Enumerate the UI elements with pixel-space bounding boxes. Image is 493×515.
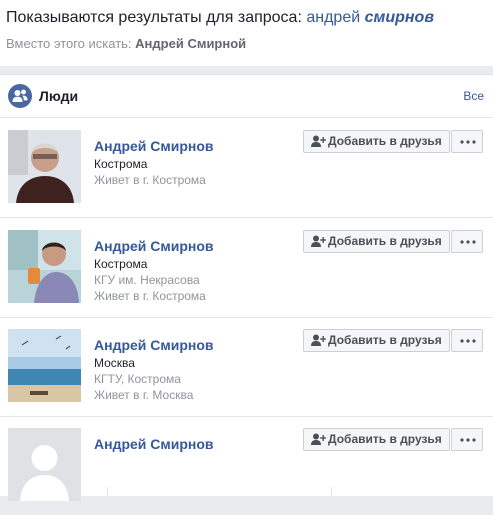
add-friend-button[interactable]: Добавить в друзья (303, 230, 450, 253)
add-friend-button[interactable]: Добавить в друзья (303, 428, 450, 451)
more-icon (460, 140, 476, 144)
add-friend-label: Добавить в друзья (328, 432, 442, 446)
person-result: Андрей Смирнов Кострома Живет в г. Костр… (0, 118, 493, 218)
person-education: КГТУ, Кострома (94, 372, 181, 386)
more-icon (460, 339, 476, 343)
add-friend-icon (311, 334, 326, 346)
profile-photo[interactable] (8, 230, 81, 303)
add-friend-label: Добавить в друзья (328, 234, 442, 248)
person-residence: Живет в г. Кострома (94, 173, 206, 187)
person-name[interactable]: Андрей Смирнов (94, 337, 214, 353)
search-summary: Показываются результаты для запроса: анд… (0, 0, 493, 66)
add-friend-label: Добавить в друзья (328, 134, 442, 148)
see-all-link[interactable]: Все (463, 89, 484, 103)
person-name[interactable]: Андрей Смирнов (94, 238, 214, 254)
more-options-button[interactable] (451, 428, 483, 451)
more-options-button[interactable] (451, 130, 483, 153)
person-education: КГУ им. Некрасова (94, 273, 200, 287)
more-options-button[interactable] (451, 329, 483, 352)
person-residence: Живет в г. Кострома (94, 289, 206, 303)
default-avatar[interactable] (8, 428, 81, 501)
profile-photo[interactable] (8, 329, 81, 402)
person-city: Кострома (94, 257, 148, 271)
divider (331, 487, 332, 495)
query-term-plain: андрей (306, 9, 361, 26)
add-friend-button[interactable]: Добавить в друзья (303, 329, 450, 352)
add-friend-button[interactable]: Добавить в друзья (303, 130, 450, 153)
suggestion-prefix: Вместо этого искать: (6, 36, 132, 51)
query-line: Показываются результаты для запроса: анд… (6, 9, 434, 27)
suggestion-line: Вместо этого искать: Андрей Смирной (6, 36, 246, 51)
query-prefix: Показываются результаты для запроса: (6, 9, 302, 26)
divider (107, 487, 108, 495)
person-result: Андрей Смирнов Кострома КГУ им. Некрасов… (0, 218, 493, 318)
person-name[interactable]: Андрей Смирнов (94, 436, 214, 452)
add-friend-label: Добавить в друзья (328, 333, 442, 347)
people-section-title: Люди (39, 88, 79, 104)
person-residence: Живет в г. Москва (94, 388, 194, 402)
add-friend-icon (311, 135, 326, 147)
person-name[interactable]: Андрей Смирнов (94, 138, 214, 154)
person-city: Москва (94, 356, 135, 370)
person-result: Андрей Смирнов Добавить в друзья (0, 416, 493, 515)
person-city: Кострома (94, 157, 148, 171)
add-friend-icon (311, 433, 326, 445)
person-result: Андрей Смирнов Москва КГТУ, Кострома Жив… (0, 317, 493, 417)
people-results-card: Люди Все Андрей Смирнов Кострома Живет в… (0, 74, 493, 501)
people-header: Люди Все (0, 75, 493, 118)
people-icon (8, 84, 32, 108)
more-icon (460, 240, 476, 244)
more-icon (460, 438, 476, 442)
more-options-button[interactable] (451, 230, 483, 253)
profile-photo[interactable] (8, 130, 81, 203)
query-term-bold: смирнов (364, 9, 434, 26)
add-friend-icon (311, 235, 326, 247)
suggestion-link[interactable]: Андрей Смирной (135, 36, 246, 51)
query-term-link[interactable]: андрей смирнов (306, 9, 434, 26)
